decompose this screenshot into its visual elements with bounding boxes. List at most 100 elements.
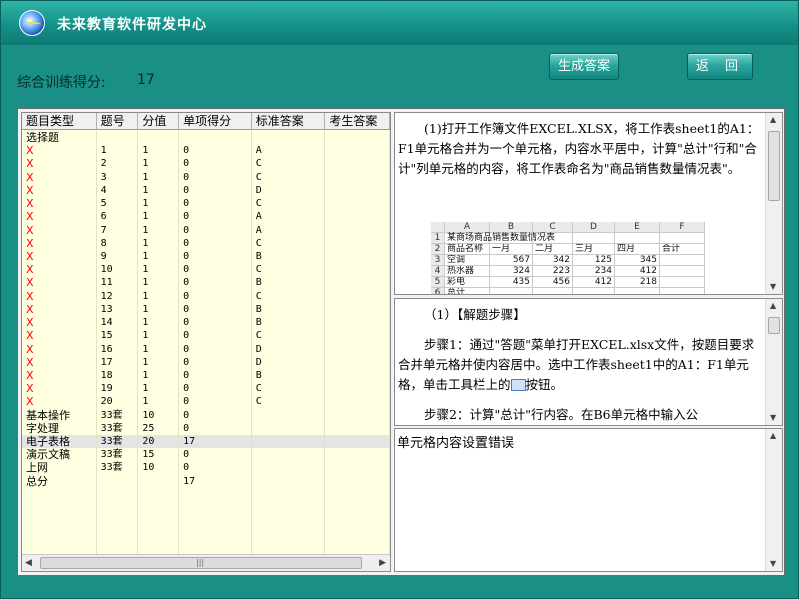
table-cell: 14 <box>97 316 139 330</box>
table-row[interactable]: X310C <box>22 170 390 184</box>
table-cell: 0 <box>179 276 252 290</box>
table-cell <box>325 276 390 290</box>
table-row[interactable]: X 15 1 0 C <box>22 329 390 343</box>
excel-cell: 三月 <box>573 244 615 255</box>
vertical-scrollbar[interactable]: ▲ ▼ <box>765 113 782 294</box>
table-row[interactable]: X 11 1 0 B <box>22 276 390 290</box>
table-row[interactable]: 演示文稿 33套 15 0 <box>22 448 390 462</box>
table-cell <box>252 474 326 488</box>
table-row[interactable]: X510C <box>22 197 390 211</box>
table-cell: 17 <box>179 474 252 488</box>
table-row[interactable]: X 13 1 0 B <box>22 302 390 317</box>
vertical-scrollbar[interactable]: ▲ ▼ <box>765 299 782 425</box>
wrong-mark: X <box>22 210 97 224</box>
score-table[interactable]: 题目类型 题号 分值 单项得分 标准答案 考生答案 选择题 X 1 1 0 A X 2 1 0 C X… <box>21 112 391 572</box>
excel-cell <box>660 233 705 244</box>
solution-panel[interactable]: （1）【解题步骤】 步骤1：通过"答题"菜单打开EXCEL.xlsx文件，按题目… <box>394 298 783 426</box>
merge-center-icon <box>510 379 526 391</box>
column-header[interactable]: 考生答案 <box>325 113 390 129</box>
column-header[interactable]: 题号 <box>97 113 139 129</box>
excel-cell <box>490 233 533 244</box>
table-row[interactable]: X 10 1 0 C <box>22 263 390 277</box>
table-row[interactable]: X 16 1 0 D <box>22 342 390 356</box>
column-header[interactable]: 题目类型 <box>22 113 97 129</box>
table-cell <box>325 157 390 171</box>
table-cell <box>325 197 390 211</box>
table-row[interactable]: X 20 1 0 C <box>22 395 390 409</box>
scroll-up-icon[interactable]: ▲ <box>770 431 776 440</box>
table-row[interactable]: X 17 1 0 D <box>22 355 390 369</box>
result-panel[interactable]: 单元格内容设置错误 ▲ ▼ <box>394 428 783 572</box>
table-cell: 3 <box>97 170 139 184</box>
table-row[interactable]: X410D <box>22 183 390 198</box>
table-cell <box>138 501 180 515</box>
excel-cell: 218 <box>615 277 660 288</box>
table-row[interactable]: X 12 1 0 C <box>22 289 390 303</box>
table-row[interactable]: X610A <box>22 210 390 224</box>
table-row[interactable]: 上网 33套 10 0 <box>22 461 390 475</box>
scroll-thumb[interactable]: ||| <box>40 557 362 569</box>
vertical-scrollbar[interactable]: ▲ ▼ <box>765 429 782 571</box>
table-row[interactable]: X210C <box>22 157 390 171</box>
table-row[interactable]: 字处理 33套 25 0 <box>22 421 390 436</box>
table-cell <box>179 514 252 528</box>
table-cell <box>97 540 139 554</box>
table-cell <box>138 487 180 502</box>
table-cell: B <box>252 249 326 264</box>
table-row[interactable]: 总分 17 <box>22 474 390 488</box>
generate-answer-button[interactable]: 生成答案 <box>549 53 619 80</box>
table-cell: 0 <box>179 316 252 330</box>
table-cell: 0 <box>179 382 252 396</box>
scroll-up-icon[interactable]: ▲ <box>770 115 776 124</box>
table-cell: 10 <box>138 408 180 422</box>
table-cell <box>97 474 139 488</box>
table-row[interactable]: X810C <box>22 236 390 250</box>
scroll-up-icon[interactable]: ▲ <box>770 301 776 310</box>
table-cell: 0 <box>179 302 252 317</box>
scroll-thumb[interactable] <box>768 317 780 334</box>
score-label: 综合训练得分: <box>17 75 106 91</box>
scroll-left-icon[interactable]: ◀ <box>25 558 32 568</box>
step1-text: 步骤1：通过"答题"菜单打开EXCEL.xlsx文件，按题目要求合并单元格并使内… <box>398 337 755 392</box>
table-cell <box>22 540 97 554</box>
table-cell <box>252 487 326 502</box>
wrong-mark: X <box>22 276 97 290</box>
table-cell <box>138 514 180 528</box>
table-row[interactable]: X710A <box>22 223 390 237</box>
table-cell: 1 <box>138 355 180 369</box>
table-row[interactable]: X110A <box>22 144 390 158</box>
table-cell: 17 <box>179 435 252 449</box>
table-cell: 33套 <box>97 448 139 462</box>
back-button[interactable]: 返 回 <box>687 53 753 80</box>
scroll-right-icon[interactable]: ▶ <box>379 558 386 568</box>
horizontal-scrollbar[interactable]: ◀ ||| ▶ <box>22 554 390 571</box>
scroll-down-icon[interactable]: ▼ <box>770 559 776 568</box>
table-cell: 1 <box>138 289 180 303</box>
column-header[interactable]: 分值 <box>138 113 180 129</box>
excel-cell: 456 <box>533 277 573 288</box>
table-row[interactable]: X 14 1 0 B <box>22 316 390 330</box>
table-cell: 0 <box>179 263 252 277</box>
table-row[interactable]: 选择题 <box>22 131 390 145</box>
wrong-mark: X <box>22 144 97 158</box>
table-row[interactable]: 基本操作 33套 10 0 <box>22 408 390 422</box>
table-row[interactable]: X 18 1 0 B <box>22 368 390 383</box>
table-cell: 0 <box>179 421 252 436</box>
scroll-down-icon[interactable]: ▼ <box>770 413 776 422</box>
wrong-mark: X <box>22 355 97 369</box>
table-cell <box>325 514 390 528</box>
table-row[interactable]: X 19 1 0 C <box>22 382 390 396</box>
question-panel[interactable]: (1)打开工作簿文件EXCEL.XLSX，将工作表sheet1的A1：F1单元格… <box>394 112 783 295</box>
column-header[interactable]: 单项得分 <box>179 113 252 129</box>
column-header[interactable]: 标准答案 <box>252 113 326 129</box>
table-cell <box>252 540 326 554</box>
table-row[interactable]: 电子表格 33套 20 17 <box>22 435 390 449</box>
table-cell <box>325 408 390 422</box>
table-cell: 1 <box>97 144 139 158</box>
table-cell: 0 <box>179 157 252 171</box>
solution-step1: 步骤1：通过"答题"菜单打开EXCEL.xlsx文件，按题目要求合并单元格并使内… <box>398 335 763 395</box>
excel-cell <box>573 288 615 294</box>
scroll-thumb[interactable] <box>768 131 780 201</box>
table-row[interactable]: X910B <box>22 249 390 264</box>
scroll-down-icon[interactable]: ▼ <box>770 282 776 291</box>
